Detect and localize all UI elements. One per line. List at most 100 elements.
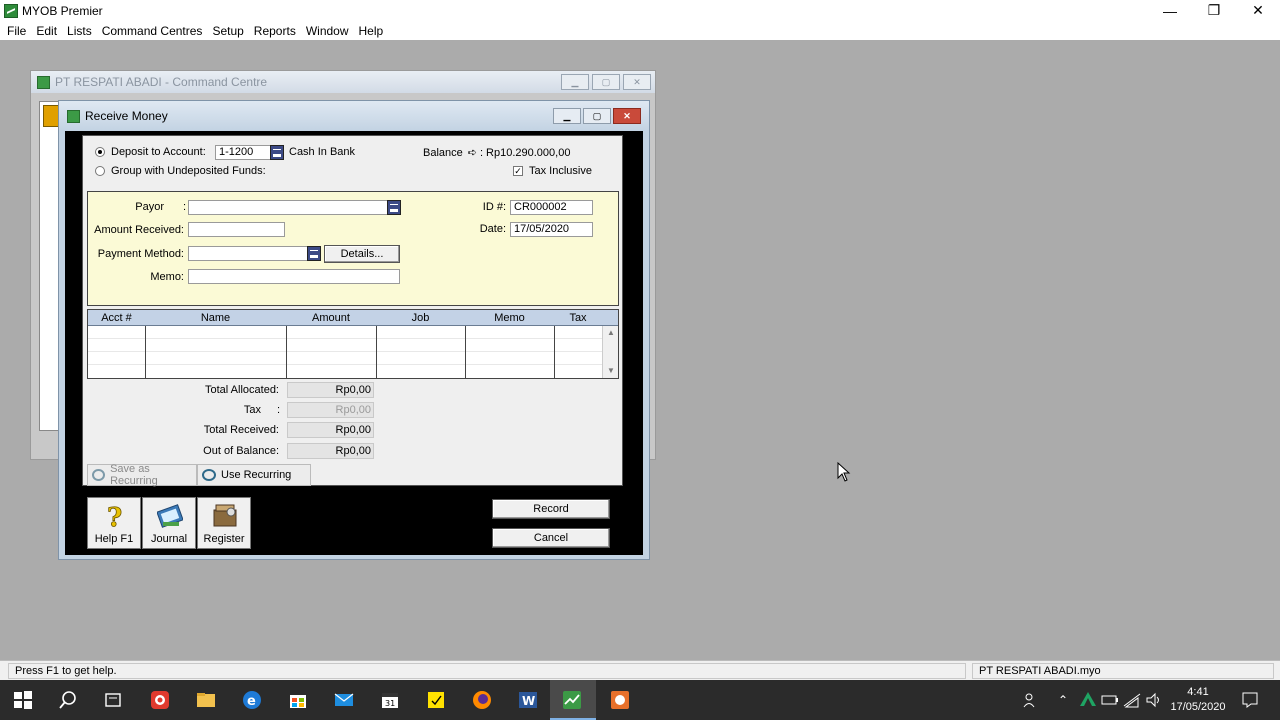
svg-text:?: ? (107, 503, 122, 530)
payor-list-icon[interactable] (387, 200, 401, 215)
minimize-icon[interactable]: — (1148, 0, 1192, 21)
scroll-up-icon[interactable]: ▲ (607, 328, 615, 337)
myob-taskbar-button[interactable] (550, 680, 596, 720)
svg-text:W: W (522, 694, 535, 708)
recurring-icon (202, 469, 216, 481)
deposit-to-account-option[interactable]: Deposit to Account: (95, 146, 206, 158)
col-amount[interactable]: Amount (286, 310, 376, 325)
command-centre-window-controls: ▁ ▢ ✕ (561, 74, 651, 90)
date-field[interactable]: 17/05/2020 (510, 222, 593, 237)
menu-reports[interactable]: Reports (249, 24, 301, 38)
account-list-icon[interactable] (270, 145, 284, 160)
recurring-toolbar: Save as Recurring Use Recurring (87, 463, 311, 487)
date-label: Date: (479, 223, 506, 235)
myob-window-icon (37, 75, 50, 89)
menu-help[interactable]: Help (354, 24, 389, 38)
tax-inclusive-option[interactable]: ✓ Tax Inclusive (513, 165, 592, 177)
battery-icon[interactable] (1100, 690, 1120, 710)
minimize-icon[interactable]: ▁ (553, 108, 581, 124)
tax-inclusive-checkbox[interactable]: ✓ (513, 166, 523, 176)
cancel-button[interactable]: Cancel (492, 528, 610, 548)
close-icon[interactable]: ✕ (1236, 0, 1280, 21)
col-tax[interactable]: Tax (554, 310, 602, 325)
help-f1-button[interactable]: ? Help F1 (87, 497, 141, 549)
edge-browser-icon[interactable]: e (242, 690, 262, 710)
calendar-icon[interactable]: 31 (380, 690, 400, 710)
id-field[interactable]: CR000002 (510, 200, 593, 215)
group-undeposited-option[interactable]: Group with Undeposited Funds: (95, 165, 266, 177)
status-help-text: Press F1 to get help. (8, 663, 966, 679)
status-bar: Press F1 to get help. PT RESPATI ABADI.m… (0, 660, 1280, 680)
out-of-balance-value: Rp0,00 (287, 443, 374, 459)
grid-rows[interactable] (88, 326, 602, 378)
col-job[interactable]: Job (376, 310, 465, 325)
task-view-icon[interactable] (103, 690, 123, 710)
scroll-down-icon[interactable]: ▼ (607, 366, 615, 375)
status-file-name: PT RESPATI ABADI.myo (972, 663, 1274, 679)
search-icon[interactable] (58, 690, 78, 710)
menu-file[interactable]: File (2, 24, 31, 38)
payment-method-field[interactable] (188, 246, 308, 261)
payment-method-label: Payment Method: (97, 248, 184, 260)
amount-received-label: Amount Received: (94, 224, 184, 236)
volume-icon[interactable] (1144, 690, 1164, 710)
menu-command-centres[interactable]: Command Centres (97, 24, 208, 38)
maximize-icon[interactable]: ▢ (583, 108, 611, 124)
clock-time: 4:41 (1187, 686, 1209, 698)
close-icon[interactable]: ✕ (613, 108, 641, 124)
col-memo[interactable]: Memo (465, 310, 554, 325)
mail-icon[interactable] (334, 690, 354, 710)
taskbar-clock[interactable]: 4:41 17/05/2020 (1162, 685, 1234, 715)
restore-icon[interactable]: ❐ (1192, 0, 1236, 21)
minimize-icon[interactable]: ▁ (561, 74, 589, 90)
sticky-notes-icon[interactable] (426, 690, 446, 710)
myob-logo-icon (43, 105, 59, 127)
receive-money-window-controls: ▁ ▢ ✕ (553, 108, 641, 124)
journal-button[interactable]: Journal (142, 497, 196, 549)
balance-label: Balance (423, 146, 463, 159)
wifi-icon[interactable] (1122, 690, 1142, 710)
amount-received-field[interactable] (188, 222, 285, 237)
google-drive-icon[interactable] (1078, 690, 1098, 710)
deposit-radio[interactable] (95, 147, 105, 157)
media-app-icon[interactable] (610, 690, 630, 710)
people-icon[interactable] (1021, 690, 1041, 710)
deposit-label: Deposit to Account: (111, 146, 206, 158)
firefox-icon[interactable] (472, 690, 492, 710)
file-explorer-icon[interactable] (196, 690, 216, 710)
col-acct[interactable]: Acct # (88, 310, 145, 325)
grid-header: Acct # Name Amount Job Memo Tax (88, 310, 618, 326)
deposit-account-field[interactable]: 1-1200 (215, 145, 271, 160)
details-button[interactable]: Details... (324, 245, 400, 263)
show-hidden-icons-icon[interactable]: ⌃ (1058, 680, 1068, 720)
register-button[interactable]: Register (197, 497, 251, 549)
notifications-icon[interactable] (1240, 690, 1260, 710)
menu-lists[interactable]: Lists (62, 24, 97, 38)
grid-scrollbar[interactable]: ▲ ▼ (602, 326, 618, 378)
save-as-recurring-button[interactable]: Save as Recurring (87, 463, 197, 487)
memo-field[interactable] (188, 269, 400, 284)
deposit-account-name: Cash In Bank (289, 146, 356, 158)
windows-start-icon[interactable] (13, 690, 33, 710)
close-icon[interactable]: ✕ (623, 74, 651, 90)
screen-recorder-icon[interactable] (150, 690, 170, 710)
payor-field[interactable] (188, 200, 388, 215)
group-radio[interactable] (95, 166, 105, 176)
menu-setup[interactable]: Setup (207, 24, 248, 38)
receive-money-title: Receive Money (85, 109, 168, 123)
balance-display: Balance ➪ : Rp10.290.000,00 (423, 146, 571, 160)
word-icon[interactable]: W (518, 690, 538, 710)
maximize-icon[interactable]: ▢ (592, 74, 620, 90)
payment-method-list-icon[interactable] (307, 246, 321, 261)
record-button[interactable]: Record (492, 499, 610, 519)
total-received-value: Rp0,00 (287, 422, 374, 438)
store-icon[interactable] (288, 690, 308, 710)
total-allocated-label: Total Allocated: (205, 384, 279, 396)
zoom-arrow-icon[interactable]: ➪ (468, 146, 477, 159)
menu-edit[interactable]: Edit (31, 24, 62, 38)
app-title-bar: MYOB Premier — ❐ ✕ (0, 0, 1280, 21)
tax-value: Rp0,00 (287, 402, 374, 418)
menu-window[interactable]: Window (301, 24, 354, 38)
col-name[interactable]: Name (145, 310, 286, 325)
use-recurring-button[interactable]: Use Recurring (197, 464, 311, 486)
